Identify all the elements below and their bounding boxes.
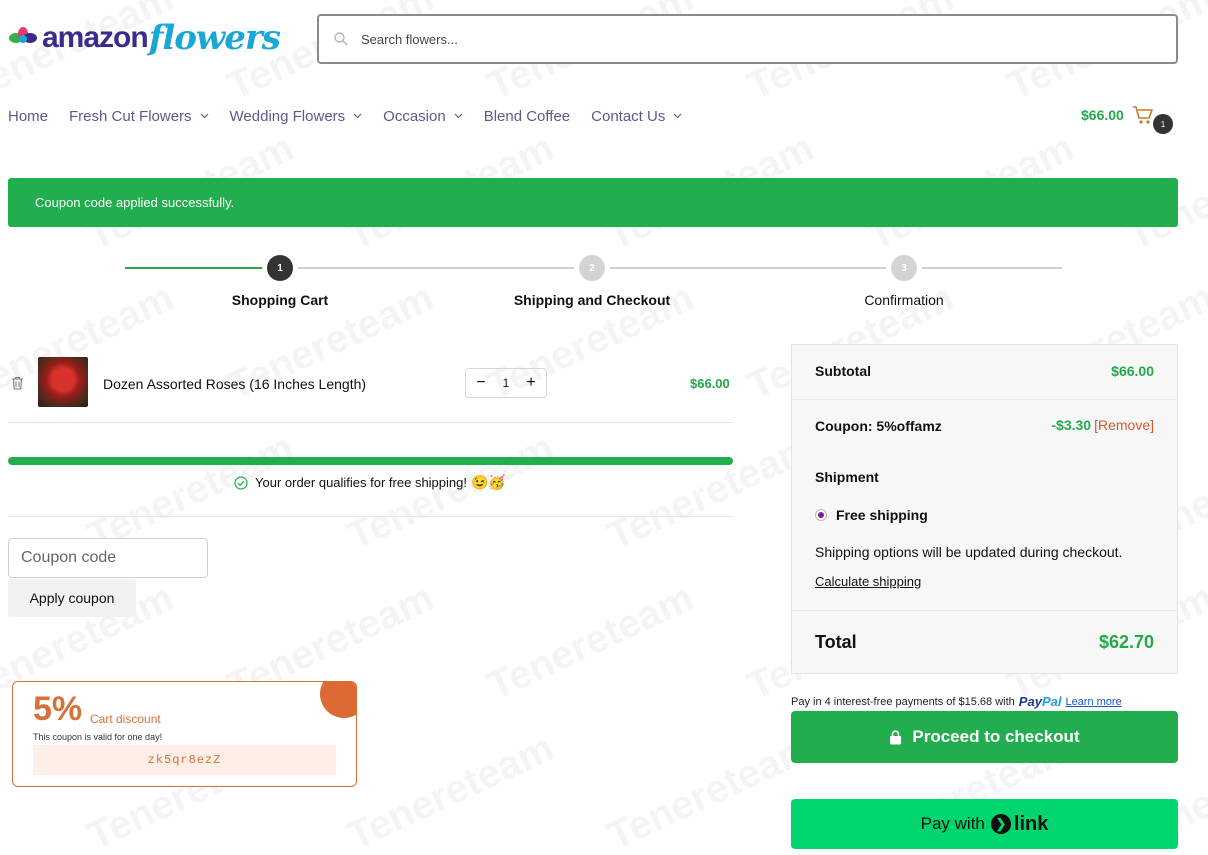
step-connector bbox=[922, 267, 1062, 269]
paypal-pay-later-message: Pay in 4 interest-free payments of $15.6… bbox=[791, 694, 1122, 709]
quantity-value[interactable]: 1 bbox=[503, 376, 510, 390]
nav-label: Home bbox=[8, 107, 49, 125]
nav-item-blend-coffee[interactable]: Blend Coffee bbox=[484, 108, 570, 125]
promo-corner-decoration bbox=[320, 682, 356, 718]
shipping-radio[interactable] bbox=[815, 509, 827, 521]
divider bbox=[792, 610, 1177, 611]
cart-count-badge: 1 bbox=[1153, 114, 1173, 134]
mini-cart-total[interactable]: $66.00 bbox=[1081, 107, 1124, 123]
watermark-text: Tenereteam bbox=[481, 575, 701, 709]
trash-icon[interactable] bbox=[11, 376, 24, 390]
proceed-to-checkout-button[interactable]: Proceed to checkout bbox=[791, 711, 1178, 763]
step-2-label: Shipping and Checkout bbox=[513, 292, 671, 308]
search-input[interactable] bbox=[361, 31, 1176, 47]
free-shipping-message: Your order qualifies for free shipping! … bbox=[234, 474, 506, 491]
link-logo: ❯ link bbox=[990, 813, 1048, 836]
step-3-label: Confirmation bbox=[864, 292, 944, 308]
step-1-label: Shopping Cart bbox=[231, 292, 329, 308]
checkout-label: Proceed to checkout bbox=[912, 727, 1080, 746]
quantity-increase-button[interactable]: + bbox=[524, 375, 538, 391]
chevron-down-icon bbox=[673, 113, 682, 119]
link-pay-prefix: Pay with bbox=[920, 814, 985, 833]
paypal-learn-more-link[interactable]: Learn more bbox=[1065, 696, 1121, 708]
cart-item-name[interactable]: Dozen Assorted Roses (16 Inches Length) bbox=[103, 376, 366, 392]
nav-item-home[interactable]: Home bbox=[8, 108, 48, 125]
nav-item-occasion[interactable]: Occasion bbox=[383, 108, 463, 125]
divider bbox=[8, 516, 733, 517]
free-shipping-progress-bar bbox=[8, 457, 733, 465]
nav-item-fresh-cut-flowers[interactable]: Fresh Cut Flowers bbox=[69, 108, 209, 125]
check-circle-icon bbox=[234, 475, 248, 490]
shipment-heading-row: Shipment bbox=[815, 469, 1154, 485]
step-connector bbox=[298, 267, 574, 269]
subtotal-row: Subtotal $66.00 bbox=[815, 363, 1154, 379]
search-bar[interactable] bbox=[317, 14, 1178, 64]
coupon-applied-label: Coupon: 5%offamz bbox=[815, 418, 942, 434]
step-2-circle: 2 bbox=[579, 255, 605, 281]
divider bbox=[8, 422, 733, 423]
coupon-row: Coupon: 5%offamz -$3.30 [Remove] bbox=[815, 417, 1154, 435]
nav-item-wedding-flowers[interactable]: Wedding Flowers bbox=[230, 108, 363, 125]
remove-coupon-link[interactable]: [Remove] bbox=[1094, 417, 1154, 433]
promo-label: Cart discount bbox=[90, 712, 161, 726]
calculate-shipping-link[interactable]: Calculate shipping bbox=[815, 574, 921, 589]
shipping-option-label: Free shipping bbox=[836, 507, 928, 523]
shipping-note: Shipping options will be updated during … bbox=[815, 544, 1123, 560]
watermark-text: Tenereteam bbox=[341, 425, 561, 559]
subtotal-value: $66.00 bbox=[1111, 363, 1154, 379]
logo-text-amazon: amazon bbox=[42, 21, 149, 54]
calculate-shipping-row: Calculate shipping bbox=[815, 574, 1154, 589]
chevron-down-icon bbox=[454, 113, 463, 119]
paypal-logo: PayPal bbox=[1018, 694, 1062, 709]
coupon-discount-value: -$3.30 bbox=[1051, 417, 1092, 433]
coupon-code-input[interactable] bbox=[8, 538, 208, 578]
cart-item-price: $66.00 bbox=[690, 376, 730, 391]
coupon-success-notice: Coupon code applied successfully. bbox=[8, 178, 1178, 227]
apply-coupon-button[interactable]: Apply coupon bbox=[8, 579, 136, 617]
nav-label: Fresh Cut Flowers bbox=[69, 107, 192, 125]
shipping-option-row[interactable]: Free shipping bbox=[815, 507, 1154, 523]
free-shipping-text: Your order qualifies for free shipping! bbox=[255, 475, 467, 490]
divider bbox=[792, 399, 1177, 400]
product-thumbnail[interactable] bbox=[38, 357, 88, 407]
step-3-circle: 3 bbox=[891, 255, 917, 281]
total-label: Total bbox=[815, 632, 857, 652]
step-1-circle: 1 bbox=[267, 255, 293, 281]
logo-text-flowers: flowers bbox=[148, 18, 281, 58]
promo-coupon-card: 5% Cart discount This coupon is valid fo… bbox=[12, 681, 357, 787]
promo-percent: 5% bbox=[33, 690, 83, 728]
nav-label: Blend Coffee bbox=[483, 107, 571, 125]
promo-note: This coupon is valid for one day! bbox=[33, 732, 163, 742]
quantity-stepper: − 1 + bbox=[465, 368, 547, 398]
watermark-text: Tenereteam bbox=[601, 425, 821, 559]
chevron-down-icon bbox=[353, 113, 362, 119]
main-nav: Home Fresh Cut Flowers Wedding Flowers O… bbox=[8, 106, 703, 126]
nav-label: Occasion bbox=[383, 107, 446, 125]
link-arrow-icon: ❯ bbox=[990, 814, 1011, 834]
chevron-down-icon bbox=[200, 113, 208, 119]
step-connector bbox=[610, 267, 886, 269]
lock-icon bbox=[890, 729, 902, 744]
quantity-decrease-button[interactable]: − bbox=[474, 375, 488, 391]
nav-label: Contact Us bbox=[591, 107, 666, 125]
nav-item-contact-us[interactable]: Contact Us bbox=[591, 108, 682, 125]
shipment-label: Shipment bbox=[815, 469, 879, 485]
nav-label: Wedding Flowers bbox=[229, 107, 346, 125]
paypal-text: Pay in 4 interest-free payments of $15.6… bbox=[791, 695, 1015, 708]
pay-with-link-button[interactable]: Pay with ❯ link bbox=[791, 799, 1178, 849]
cart-totals-panel: Subtotal $66.00 Coupon: 5%offamz -$3.30[… bbox=[791, 344, 1178, 674]
promo-code[interactable]: zk5qr8ezZ bbox=[33, 745, 336, 775]
watermark-text: Tenereteam bbox=[601, 725, 821, 855]
site-logo[interactable]: amazon flowers bbox=[8, 16, 281, 60]
total-row: Total $62.70 bbox=[815, 632, 1154, 653]
total-value: $62.70 bbox=[1098, 632, 1154, 652]
shipping-note-row: Shipping options will be updated during … bbox=[815, 544, 1154, 560]
step-connector bbox=[125, 267, 262, 269]
watermark-text: Tenereteam bbox=[341, 725, 561, 855]
search-icon bbox=[334, 32, 348, 46]
celebration-emoji: 😉🥳 bbox=[470, 474, 506, 490]
subtotal-label: Subtotal bbox=[815, 363, 871, 379]
flower-logo-icon bbox=[9, 27, 37, 43]
cart-icon[interactable] bbox=[1132, 104, 1154, 126]
